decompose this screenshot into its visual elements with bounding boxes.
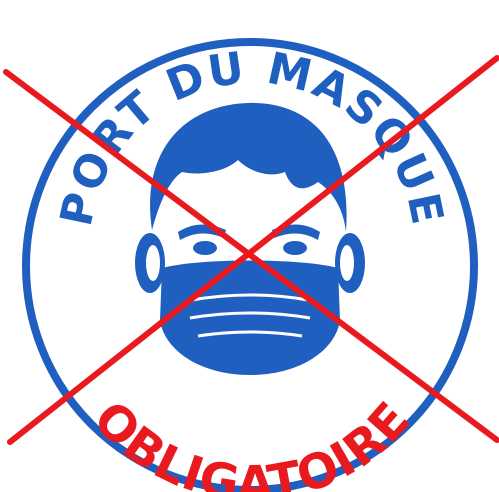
mask-sign: PORT DU MASQUE OBLIGATOIRE (3, 38, 499, 492)
